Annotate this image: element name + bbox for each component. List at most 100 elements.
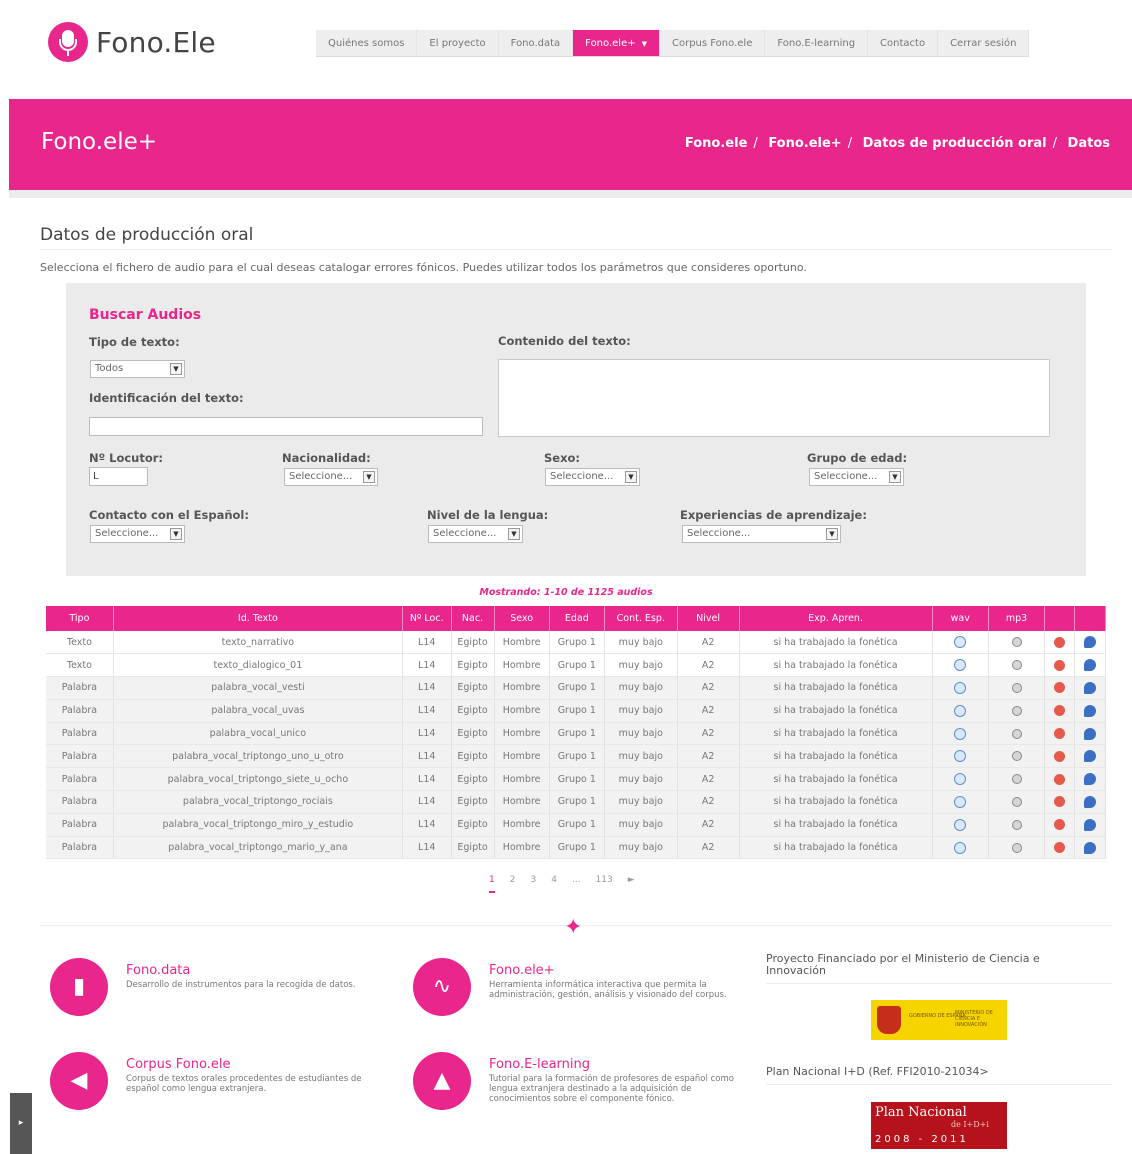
feature-e-learning[interactable]: ▲ Fono.E-learning Tutorial para la forma… [413,1052,743,1122]
locutor-input[interactable]: L [89,467,148,486]
side-panel-toggle[interactable]: ▸ [10,1093,32,1154]
nacionalidad-select[interactable]: Seleccione... ▼ [284,468,378,486]
mp3-play-icon[interactable] [1011,751,1022,762]
delete-icon[interactable] [1054,750,1066,762]
feature-title[interactable]: Fono.E-learning [489,1057,590,1072]
edit-icon[interactable] [1083,704,1096,717]
table-row[interactable]: Palabra palabra_vocal_triptongo_miro_y_es… [46,813,1107,837]
nav-item[interactable]: Quiénes somos [316,30,418,56]
column-header[interactable]: Nivel [677,606,740,631]
wav-play-icon[interactable] [954,636,967,649]
grupo-edad-select[interactable]: Seleccione... ▼ [809,468,904,486]
table-row[interactable]: Palabra palabra_vocal_vesti L14 Egipto Hombr… [46,676,1107,700]
table-row[interactable]: Texto texto_dialogico_01 L14 Egipto Hombre Gr… [46,653,1107,678]
delete-icon[interactable] [1054,842,1066,854]
tipo-texto-select[interactable]: Todos ▼ [90,360,185,378]
contenido-textarea[interactable] [498,359,1050,437]
mp3-play-icon[interactable] [1011,842,1022,853]
edit-icon[interactable] [1083,841,1096,854]
column-header[interactable]: mp3 [988,606,1046,631]
delete-icon[interactable] [1054,705,1066,717]
identificacion-input[interactable] [89,417,483,436]
table-row[interactable]: Texto texto_narrativo L14 Egipto Hombre Grupo… [46,631,1107,655]
delete-icon[interactable] [1054,682,1066,694]
edit-icon[interactable] [1083,636,1096,649]
wav-play-icon[interactable] [954,795,967,808]
column-header[interactable] [1074,606,1107,631]
breadcrumb-item[interactable]: Fono.ele+ [768,136,841,151]
nav-item[interactable]: El proyecto [417,30,499,56]
page-link[interactable]: 2 [510,875,516,893]
column-header[interactable] [1044,606,1075,631]
delete-icon[interactable] [1054,796,1066,808]
delete-icon[interactable] [1054,636,1066,648]
mp3-play-icon[interactable] [1011,660,1022,671]
column-header[interactable]: wav [932,606,989,631]
column-header[interactable]: Edad [549,606,605,631]
column-header[interactable]: Tipo [46,606,114,631]
edit-icon[interactable] [1083,818,1096,831]
table-row[interactable]: Palabra palabra_vocal_triptongo_mario_y_a… [46,836,1107,860]
next-page-icon[interactable]: ► [628,875,635,893]
column-header[interactable]: Exp. Apren. [739,606,933,631]
table-row[interactable]: Palabra palabra_vocal_unico L14 Egipto Hombr… [46,722,1107,746]
column-header[interactable]: Id. Texto [113,606,403,631]
wav-play-icon[interactable] [954,727,967,740]
feature-fono-data[interactable]: ▮ Fono.data Desarrollo de instrumentos p… [50,958,380,1018]
mp3-play-icon[interactable] [1011,728,1022,739]
feature-corpus[interactable]: ◀ Corpus Fono.ele Corpus de textos orale… [50,1052,380,1112]
nav-item[interactable]: Contacto [868,30,939,56]
edit-icon[interactable] [1083,795,1096,808]
mp3-play-icon[interactable] [1011,682,1022,693]
breadcrumb-item[interactable]: Datos de producción oral [863,136,1047,151]
edit-icon[interactable] [1083,773,1096,786]
contacto-select[interactable]: Seleccione... ▼ [90,525,185,543]
sexo-select[interactable]: Seleccione... ▼ [545,468,640,486]
site-logo[interactable]: Fono.Ele [48,22,216,62]
table-row[interactable]: Palabra palabra_vocal_triptongo_uno_u_otr… [46,744,1107,769]
delete-icon[interactable] [1054,773,1066,785]
wav-play-icon[interactable] [954,659,967,672]
column-header[interactable]: Nac. [451,606,495,631]
delete-icon[interactable] [1054,728,1066,740]
page-link[interactable]: 1 [489,875,495,893]
edit-icon[interactable] [1083,727,1096,740]
delete-icon[interactable] [1054,819,1066,831]
nav-item[interactable]: Fono.data [499,30,574,56]
column-header[interactable]: Cont. Esp. [604,606,678,631]
feature-title[interactable]: Corpus Fono.ele [126,1057,230,1072]
column-header[interactable]: Sexo [494,606,550,631]
mp3-play-icon[interactable] [1011,637,1022,648]
table-row[interactable]: Palabra palabra_vocal_uvas L14 Egipto Hombre… [46,699,1107,723]
wav-play-icon[interactable] [954,841,967,854]
experiencias-select[interactable]: Seleccione... ▼ [682,525,841,543]
feature-title[interactable]: Fono.data [126,963,190,978]
table-row[interactable]: Palabra palabra_vocal_triptongo_rociais L1… [46,790,1107,814]
edit-icon[interactable] [1083,681,1096,694]
wav-play-icon[interactable] [954,750,967,763]
page-link[interactable]: 3 [530,875,536,893]
wav-play-icon[interactable] [954,704,967,717]
edit-icon[interactable] [1083,750,1096,763]
delete-icon[interactable] [1054,659,1066,671]
breadcrumb-item[interactable]: Fono.ele [685,136,748,151]
mp3-play-icon[interactable] [1011,796,1022,807]
wav-play-icon[interactable] [954,818,967,831]
feature-fono-ele-plus[interactable]: ∿ Fono.ele+ Herramienta informática inte… [413,958,743,1018]
edit-icon[interactable] [1083,659,1096,672]
nivel-select[interactable]: Seleccione... ▼ [428,525,523,543]
page-link[interactable]: 113 [596,875,613,893]
nav-item[interactable]: Cerrar sesión [938,30,1030,56]
wav-play-icon[interactable] [954,681,967,694]
mp3-play-icon[interactable] [1011,819,1022,830]
table-row[interactable]: Palabra palabra_vocal_triptongo_siete_u_o… [46,767,1107,792]
page-link[interactable]: 4 [551,875,557,893]
mp3-play-icon[interactable] [1011,774,1022,785]
feature-title[interactable]: Fono.ele+ [489,963,555,978]
nav-item[interactable]: Fono.E-learning [765,30,869,56]
column-header[interactable]: Nº Loc. [402,606,452,631]
nav-item[interactable]: Fono.ele+ ▼ [573,30,660,56]
mp3-play-icon[interactable] [1011,705,1022,716]
nav-item[interactable]: Corpus Fono.ele [660,30,766,56]
wav-play-icon[interactable] [954,773,967,786]
